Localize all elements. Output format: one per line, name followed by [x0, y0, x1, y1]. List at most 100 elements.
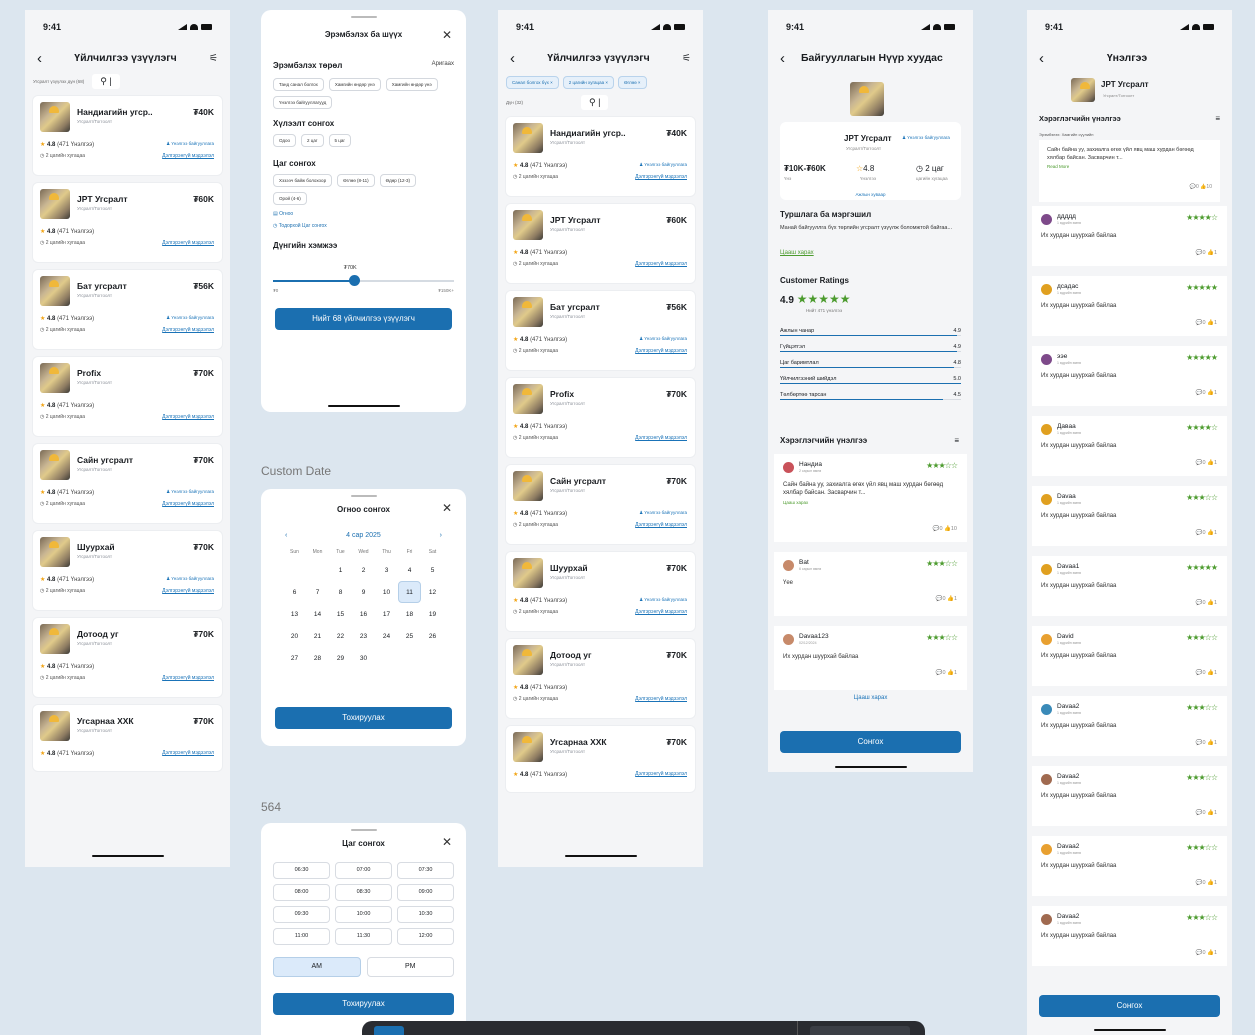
back-arrow-icon[interactable]: ‹: [1039, 51, 1044, 66]
apply-filter-button[interactable]: Нийт 68 үйлчилгээ үзүүлэгч: [275, 308, 452, 330]
details-link[interactable]: Дэлгэрэнгүй мэдээлэл: [635, 348, 687, 354]
calendar-day[interactable]: 1: [329, 559, 352, 581]
provider-card[interactable]: Дотоод уг Угсралт/Тоггоолт ₮70K ★ 4.8 (471 …: [32, 617, 223, 698]
active-filter-chip[interactable]: Санал болгох бүх ×: [506, 76, 559, 89]
time-slot[interactable]: 10:30: [397, 906, 454, 923]
details-link[interactable]: Дэлгэрэнгүй мэдээлэл: [635, 435, 687, 441]
calendar-apply-button[interactable]: Тохируулах: [275, 707, 452, 729]
details-link[interactable]: Дэлгэрэнгүй мэдээлэл: [635, 261, 687, 267]
provider-card[interactable]: Шуурхай Угсралт/Тоггоолт ₮70K ★ 4.8 (471 Үн…: [32, 530, 223, 611]
calendar-day[interactable]: 24: [375, 625, 398, 647]
calendar-day[interactable]: 25: [398, 625, 421, 647]
calendar-day[interactable]: 3: [375, 559, 398, 581]
time-slot[interactable]: 12:00: [397, 928, 454, 945]
provider-card[interactable]: Нандиагийн угср.. Угсралт/Тоггоолт ₮40K ★ 4…: [32, 95, 223, 176]
provider-card[interactable]: Сайн угсралт Угсралт/Тоггоолт ₮70K ★ 4.8 (4…: [32, 443, 223, 524]
filter-sliders-icon[interactable]: ⚟: [682, 53, 691, 64]
calendar-day[interactable]: 27: [283, 647, 306, 669]
provider-card[interactable]: Угсарнаа ХХК Угсралт/Тоггоолт ₮70K ★ 4.8 (4…: [32, 704, 223, 772]
price-slider[interactable]: ₮70K ₮0 ₮150K+: [273, 256, 454, 296]
details-link[interactable]: Дэлгэрэнгүй мэдээлэл: [635, 609, 687, 615]
see-more-reviews-link[interactable]: Цааш харах: [768, 695, 973, 701]
time-apply-button[interactable]: Тохируулах: [273, 993, 454, 1015]
calendar-day[interactable]: 5: [421, 559, 444, 581]
specific-time-link[interactable]: ◷ Тодорхой Цаг сонгох: [273, 223, 454, 229]
provider-card[interactable]: Нандиагийн угср.. Угсралт/Тоггоолт ₮40K ★ 4…: [505, 116, 696, 197]
filter-chip[interactable]: Үнэлгээ байгууллагууд: [273, 96, 333, 109]
calendar-day[interactable]: 18: [398, 603, 421, 625]
close-icon[interactable]: ✕: [442, 835, 452, 849]
provider-card[interactable]: Бат угсралт Угсралт/Тоггоолт ₮56K ★ 4.8 (47…: [505, 290, 696, 371]
filter-chip[interactable]: 2 цаг: [301, 134, 324, 147]
search-icon[interactable]: ⚲ |: [581, 95, 609, 110]
details-link[interactable]: Дэлгэрэнгүй мэдээлэл: [162, 501, 214, 507]
active-filter-chip[interactable]: 2 цагийн хугацаа ×: [562, 76, 614, 89]
sort-icon[interactable]: ≡: [1215, 114, 1220, 123]
close-icon[interactable]: ✕: [442, 501, 452, 515]
time-slot[interactable]: 09:30: [273, 906, 330, 923]
provider-card[interactable]: Угсарнаа ХХК Угсралт/Тоггоолт ₮70K ★ 4.8 (4…: [505, 725, 696, 793]
schedule-link[interactable]: Ажлын хуваар: [780, 192, 961, 197]
time-slot[interactable]: 07:00: [335, 862, 392, 879]
calendar-day[interactable]: 15: [329, 603, 352, 625]
read-more-link[interactable]: Read More: [1047, 164, 1212, 169]
time-slot[interactable]: 11:00: [273, 928, 330, 945]
details-link[interactable]: Дэлгэрэнгүй мэдээлэл: [635, 696, 687, 702]
time-slot[interactable]: 11:30: [335, 928, 392, 945]
slider-thumb[interactable]: [349, 275, 361, 286]
provider-card[interactable]: Дотоод уг Угсралт/Тоггоолт ₮70K ★ 4.8 (471 …: [505, 638, 696, 719]
filter-chip[interactable]: Орой (4-6): [273, 192, 307, 205]
provider-card[interactable]: JPT Угсралт Угсралт/Тоггоолт ₮60K ★ 4.8 (47…: [32, 182, 223, 263]
calendar-day[interactable]: 16: [352, 603, 375, 625]
calendar-day[interactable]: 28: [306, 647, 329, 669]
calendar-day[interactable]: 11: [398, 581, 421, 603]
filter-chip[interactable]: 5 цаг: [328, 134, 352, 147]
calendar-day[interactable]: 19: [421, 603, 444, 625]
time-slot[interactable]: 10:00: [335, 906, 392, 923]
calendar-day[interactable]: 21: [306, 625, 329, 647]
filter-chip[interactable]: Хэзээч байж болохоор: [273, 174, 333, 187]
calendar-day[interactable]: 14: [306, 603, 329, 625]
calendar-day[interactable]: 10: [375, 581, 398, 603]
select-provider-button[interactable]: Сонгох: [1039, 995, 1220, 1017]
calendar-day[interactable]: 30: [352, 647, 375, 669]
close-icon[interactable]: ✕: [442, 28, 452, 42]
sort-value[interactable]: Аригаах: [432, 61, 454, 70]
time-slot[interactable]: 09:00: [397, 884, 454, 901]
calendar-day[interactable]: 8: [329, 581, 352, 603]
provider-card[interactable]: Profix Угсралт/Тоггоолт ₮70K ★ 4.8 (471 Үнэ…: [32, 356, 223, 437]
calendar-day[interactable]: 29: [329, 647, 352, 669]
back-arrow-icon[interactable]: ‹: [510, 51, 515, 66]
provider-card[interactable]: Бат угсралт Угсралт/Тоггоолт ₮56K ★ 4.8 (47…: [32, 269, 223, 350]
date-link[interactable]: ▤ Огноо: [273, 211, 454, 217]
toolbar-secondary-control[interactable]: [810, 1026, 910, 1035]
details-link[interactable]: Дэлгэрэнгүй мэдээлэл: [162, 240, 214, 246]
filter-chip[interactable]: Хамгийн өндөр үнэ: [328, 78, 381, 91]
details-link[interactable]: Дэлгэрэнгүй мэдээлэл: [162, 675, 214, 681]
am-button[interactable]: AM: [273, 957, 361, 977]
filter-chip[interactable]: Өдөр (12-3): [379, 174, 417, 187]
filter-sliders-icon[interactable]: ⚟: [209, 53, 218, 64]
details-link[interactable]: Дэлгэрэнгүй мэдээлэл: [635, 522, 687, 528]
back-arrow-icon[interactable]: ‹: [780, 51, 785, 66]
time-slot[interactable]: 08:30: [335, 884, 392, 901]
calendar-day[interactable]: 12: [421, 581, 444, 603]
intro-more-link[interactable]: Цааш харах: [780, 250, 814, 256]
details-link[interactable]: Дэлгэрэнгүй мэдээлэл: [162, 588, 214, 594]
search-icon[interactable]: ⚲ |: [92, 74, 120, 89]
calendar-day[interactable]: 7: [306, 581, 329, 603]
provider-card[interactable]: Profix Угсралт/Тоггоолт ₮70K ★ 4.8 (471 Үнэ…: [505, 377, 696, 458]
details-link[interactable]: Дэлгэрэнгүй мэдээлэл: [162, 153, 214, 159]
time-slot[interactable]: 06:30: [273, 862, 330, 879]
calendar-day[interactable]: 2: [352, 559, 375, 581]
time-slot[interactable]: 08:00: [273, 884, 330, 901]
filter-chip[interactable]: Одоо: [273, 134, 297, 147]
provider-card[interactable]: Сайн угсралт Угсралт/Тоггоолт ₮70K ★ 4.8 (4…: [505, 464, 696, 545]
sort-icon[interactable]: ≡: [954, 436, 959, 445]
next-month-icon[interactable]: ›: [440, 532, 442, 539]
filter-chip[interactable]: Өглөө (8-11): [337, 174, 375, 187]
details-link[interactable]: Дэлгэрэнгүй мэдээлэл: [635, 771, 687, 777]
calendar-day[interactable]: 26: [421, 625, 444, 647]
calendar-day[interactable]: 13: [283, 603, 306, 625]
select-provider-button[interactable]: Сонгох: [780, 731, 961, 753]
